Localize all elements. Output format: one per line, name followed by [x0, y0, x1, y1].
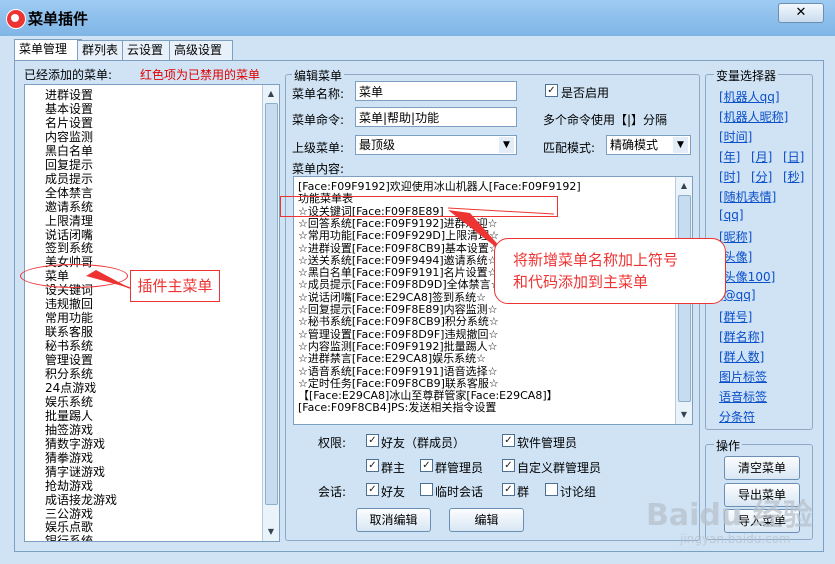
add-note-line1: 将新增菜单名称加上符号: [513, 251, 679, 269]
add-note-callout: 将新增菜单名称加上符号 和代码添加到主菜单: [494, 238, 726, 304]
watermark-url: jingyan.baidu.com: [680, 532, 791, 546]
arrow-line: [91, 273, 131, 289]
add-note-line2: 和代码添加到主菜单: [513, 273, 649, 291]
watermark-brand: Baidu 经验: [646, 498, 813, 533]
highlight-box: [280, 196, 558, 217]
plugin-window: 菜单插件 ✕ 菜单管理 群列表 云设置 高级设置 已经添加的菜单: 红色项为已禁…: [0, 0, 835, 564]
main-menu-callout: 插件主菜单: [130, 270, 220, 302]
